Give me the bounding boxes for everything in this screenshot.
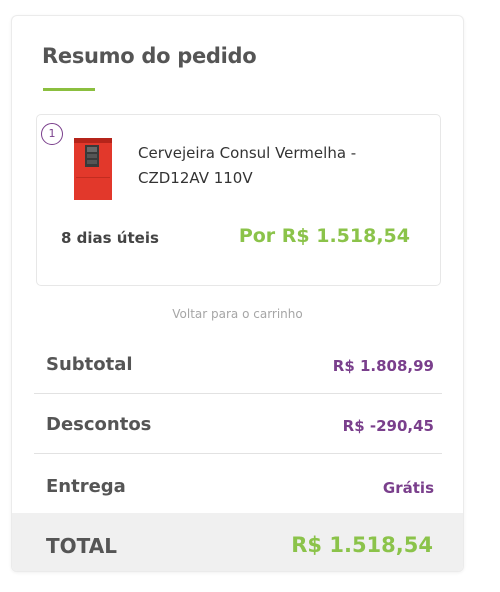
back-to-cart-link[interactable]: Voltar para o carrinho: [12, 307, 463, 321]
shipping-value: Grátis: [382, 479, 434, 497]
delivery-time: 8 dias úteis: [61, 229, 159, 247]
product-name[interactable]: Cervejeira Consul Vermelha - CZD12AV 110…: [138, 141, 428, 191]
shipping-row: Entrega Grátis: [34, 456, 442, 516]
subtotal-value: R$ 1.808,99: [332, 357, 434, 375]
total-label: TOTAL: [46, 534, 117, 558]
order-summary-card: Resumo do pedido 1 Cervejeira Consul Ver…: [11, 15, 464, 572]
discount-value: R$ -290,45: [342, 417, 434, 435]
discount-label: Descontos: [46, 414, 152, 435]
item-price: Por R$ 1.518,54: [238, 225, 410, 247]
total-bar: TOTAL R$ 1.518,54: [12, 513, 463, 571]
subtotal-row: Subtotal R$ 1.808,99: [34, 334, 442, 394]
quantity-badge: 1: [41, 123, 63, 145]
title-underline-divider: [43, 88, 95, 91]
cart-item: 1 Cervejeira Consul Vermelha - CZD12AV 1…: [36, 114, 441, 286]
product-image: [74, 138, 112, 200]
discount-row: Descontos R$ -290,45: [34, 394, 442, 454]
order-summary-title: Resumo do pedido: [42, 44, 257, 68]
subtotal-label: Subtotal: [46, 354, 133, 375]
total-value: R$ 1.518,54: [291, 533, 433, 557]
shipping-label: Entrega: [46, 476, 126, 497]
